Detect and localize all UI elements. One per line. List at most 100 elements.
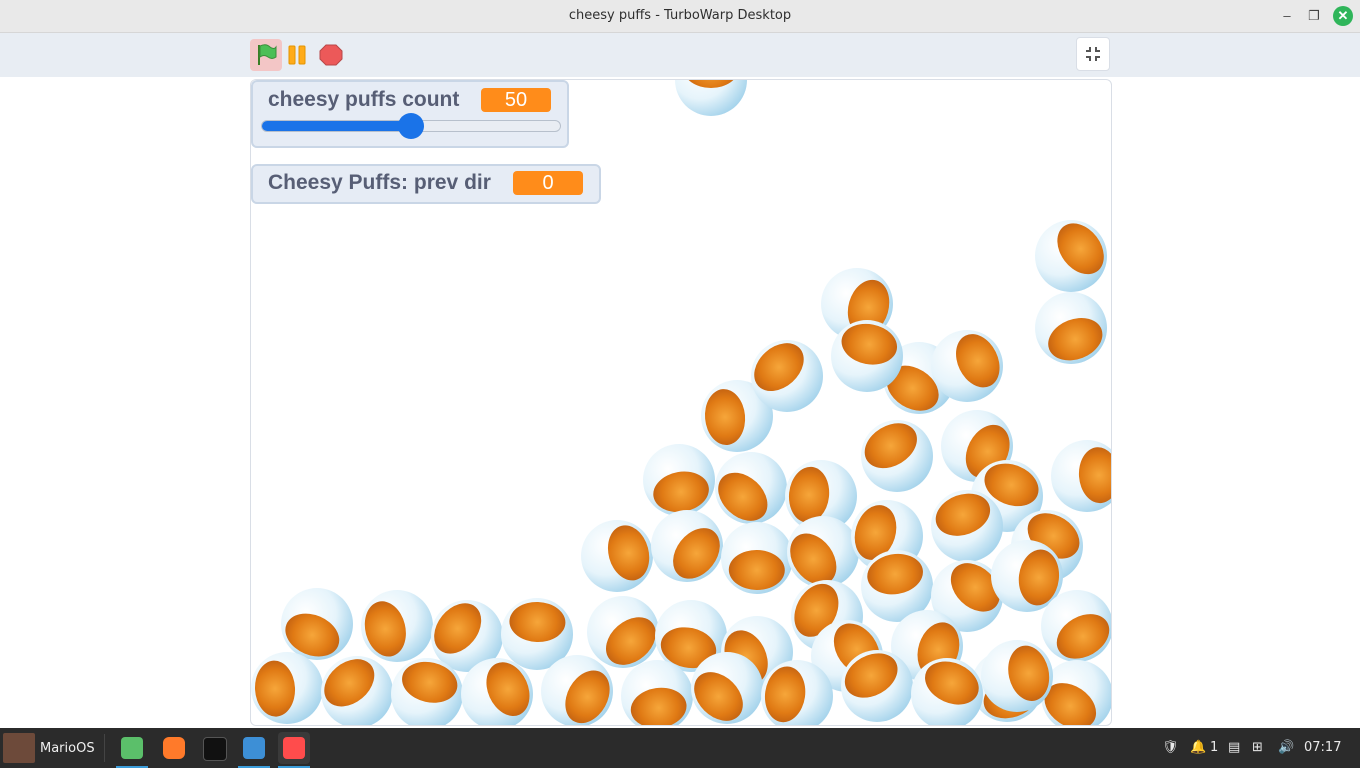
volume-icon[interactable]: 🔊 (1278, 728, 1294, 768)
exit-fullscreen-button[interactable] (1076, 37, 1110, 71)
variable-monitor-prev-dir[interactable]: Cheesy Puffs: prev dir 0 (251, 164, 601, 204)
monitor-value: 0 (513, 171, 583, 195)
cheesy-puff-sprite (581, 520, 653, 592)
cheesy-puff-sprite (643, 444, 715, 516)
monitor-value: 50 (481, 88, 551, 112)
clipboard-icon[interactable]: ▤ (1228, 728, 1240, 768)
cheese-fill (728, 549, 786, 591)
variable-monitor-count[interactable]: cheesy puffs count 50 (251, 80, 569, 148)
cheese-fill (837, 320, 901, 370)
text-editor-icon (243, 737, 265, 759)
cheese-fill (751, 340, 814, 401)
cheese-fill (650, 467, 713, 516)
cheesy-puff-sprite (911, 658, 983, 725)
monitor-label: Cheesy Puffs: prev dir (268, 171, 491, 194)
cheesy-puff-sprite (1041, 590, 1111, 662)
cheese-fill (253, 659, 297, 718)
count-slider[interactable] (261, 113, 561, 139)
minimize-button[interactable]: – (1277, 6, 1297, 26)
cheese-fill (861, 420, 926, 478)
cheesy-puff-sprite (361, 590, 433, 662)
avatar (3, 733, 35, 763)
cheesy-puff-sprite (251, 652, 323, 724)
cheesy-puff-sprite (931, 330, 1003, 402)
cheesy-puff-sprite (715, 452, 787, 524)
taskbar-divider (104, 734, 105, 762)
cheese-fill (431, 600, 491, 663)
taskbar-app-firefox[interactable] (158, 732, 190, 764)
monitor-label: cheesy puffs count (268, 88, 460, 111)
cheesy-puff-sprite (721, 522, 793, 594)
cheesy-puff-sprite (841, 650, 913, 722)
cheese-fill (864, 550, 926, 599)
pause-button[interactable] (283, 39, 315, 71)
start-menu-button[interactable]: MarioOS (3, 733, 95, 763)
cheese-fill (361, 596, 412, 661)
notifications-count: 1 (1210, 740, 1219, 755)
stop-button[interactable] (315, 39, 347, 71)
cheese-fill (1047, 220, 1107, 284)
cheese-fill (947, 330, 1003, 395)
cheesy-puff-sprite (321, 656, 393, 725)
cheesy-puff-sprite (675, 80, 747, 116)
cheesy-puff-sprite (691, 652, 763, 724)
cheese-fill (761, 663, 809, 725)
exit-fullscreen-icon (1086, 47, 1100, 61)
cheese-fill (1048, 605, 1111, 662)
slider-fill (262, 121, 411, 131)
cheese-fill (556, 662, 613, 725)
notifications-icon[interactable]: 🔔 (1190, 728, 1206, 768)
cheesy-puff-sprite (1035, 292, 1107, 364)
stop-icon (319, 44, 343, 66)
cheese-fill (787, 524, 846, 588)
cheese-fill (1002, 641, 1053, 706)
taskbar-app-terminal[interactable] (198, 732, 230, 764)
pause-icon (288, 45, 306, 65)
taskbar-app-files[interactable] (116, 732, 148, 768)
cheesy-puff-sprite (761, 660, 833, 725)
taskbar: MarioOS 🛡 🔔 1 ▤ ⊞ 🔊 07:17 (0, 728, 1360, 768)
cheese-fill (683, 80, 739, 88)
taskbar-app-text-editor[interactable] (238, 732, 270, 768)
player-toolbar (0, 33, 1360, 77)
cheese-fill (1041, 310, 1107, 364)
shield-icon[interactable]: 🛡 (1162, 728, 1179, 768)
files-icon (121, 737, 143, 759)
slider-thumb[interactable] (398, 113, 424, 139)
project-stage[interactable]: cheesy puffs count 50 Cheesy Puffs: prev… (250, 79, 1112, 726)
cheesy-puff-sprite (621, 660, 693, 725)
cheese-fill (918, 658, 983, 713)
close-button[interactable]: ✕ (1333, 6, 1353, 26)
cheesy-puff-sprite (861, 420, 933, 492)
cheesy-puff-sprite (931, 490, 1003, 562)
cheesy-puff-sprite (651, 510, 723, 582)
green-flag-icon (258, 44, 277, 65)
cheesy-puff-sprite (1051, 440, 1111, 512)
cheese-fill (1077, 445, 1111, 505)
cheese-fill (321, 656, 384, 717)
network-icon[interactable]: ⊞ (1252, 728, 1263, 768)
window-title: cheesy puffs - TurboWarp Desktop (568, 8, 792, 23)
cheese-fill (691, 662, 753, 724)
cheese-fill (596, 607, 659, 668)
cheesy-puff-sprite (587, 596, 659, 668)
cheese-fill (702, 387, 748, 447)
cheesy-puff-sprite (541, 655, 613, 725)
green-flag-button[interactable] (250, 39, 282, 71)
cheesy-puff-sprite (461, 658, 533, 725)
taskbar-app-turbowarp[interactable] (278, 732, 310, 768)
clock[interactable]: 07:17 (1304, 728, 1341, 768)
cheese-fill (602, 520, 653, 586)
firefox-icon (163, 737, 185, 759)
cheesy-puff-sprite (787, 516, 859, 588)
terminal-icon (203, 737, 227, 761)
start-label: MarioOS (40, 740, 95, 756)
cheese-fill (931, 490, 997, 544)
cheesy-puff-sprite (391, 658, 463, 725)
cheesy-puff-sprite (281, 588, 353, 660)
maximize-button[interactable]: ❐ (1304, 6, 1324, 26)
cheesy-puff-sprite (981, 640, 1053, 712)
cheese-fill (628, 684, 690, 725)
cheese-fill (508, 601, 567, 643)
cheesy-puff-sprite (1035, 220, 1107, 292)
